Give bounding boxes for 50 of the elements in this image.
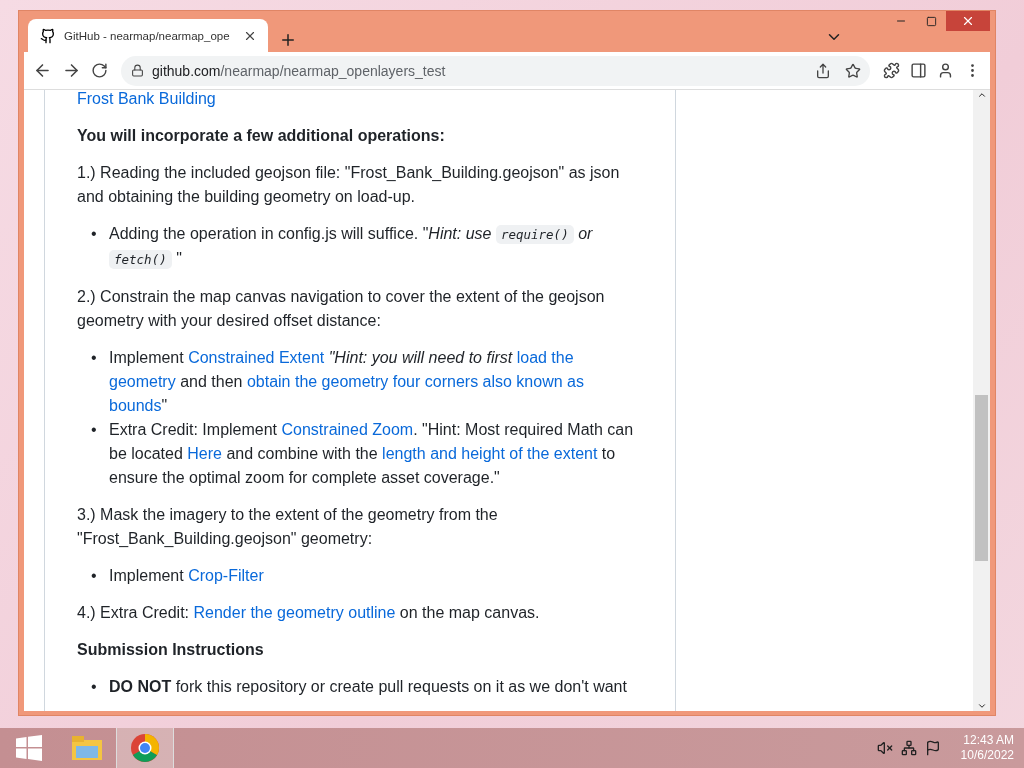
inline-code: fetch()	[109, 250, 172, 269]
network-icon[interactable]	[900, 740, 917, 756]
windows-logo-icon	[16, 735, 42, 761]
scroll-up-icon[interactable]	[976, 90, 987, 100]
link[interactable]: load the	[516, 349, 574, 366]
close-icon[interactable]	[961, 14, 975, 28]
link[interactable]: Frost Bank Building	[77, 90, 216, 107]
link[interactable]: Constrained Zoom	[281, 421, 414, 438]
lock-icon	[131, 64, 144, 77]
github-icon	[40, 27, 56, 44]
section-heading: Submission Instructions	[77, 640, 265, 660]
folder-icon	[71, 734, 103, 762]
bullet-marker: •	[91, 566, 98, 586]
bullet-marker: •	[91, 677, 98, 697]
paragraph: 4.) Extra Credit: Render the geometry outline on the map canvas.	[77, 603, 541, 623]
bullet-marker: •	[91, 224, 98, 244]
list-item: DO NOT fork this repository or create pull requests on it as we don't want	[109, 677, 628, 697]
browser-tab[interactable]: GitHub - nearmap/nearmap_ope	[28, 19, 268, 52]
link[interactable]: Constrained Extent	[188, 349, 325, 366]
link[interactable]: length and height of the extent	[382, 445, 598, 462]
list-item: Implement Constrained Extent "Hint: you will need to first load the geometry and then obtain the geometry four corners also known as bounds"	[109, 348, 585, 416]
taskbar-app[interactable]	[116, 728, 174, 768]
speaker-muted-icon[interactable]	[876, 740, 893, 756]
link[interactable]: obtain the geometry four corners also known as	[246, 373, 584, 390]
inline-code: require()	[495, 225, 574, 244]
bullet-marker: •	[91, 348, 98, 368]
link[interactable]: bounds	[109, 397, 162, 414]
bullet-marker: •	[91, 420, 98, 440]
link[interactable]: Render the geometry outline	[193, 604, 396, 621]
clock-time: 12:43 AM	[963, 733, 1014, 748]
section-heading: You will incorporate a few additional operations:	[77, 126, 446, 146]
clock-date: 10/6/2022	[960, 748, 1014, 763]
scroll-down-icon[interactable]	[976, 701, 987, 711]
list-item: Adding the operation in config.js will suffice. "Hint: use require() or fetch() "	[109, 224, 594, 271]
scroll-thumb[interactable]	[975, 395, 988, 561]
maximize-icon[interactable]	[925, 15, 937, 27]
link[interactable]: Crop-Filter	[188, 567, 264, 584]
paragraph: 2.) Constrain the map canvas navigation to cover the extent of the geojson geometry with your desired offset distance:	[77, 287, 606, 331]
list-item: Extra Credit: Implement Constrained Zoom. "Hint: Most required Math can be located Here and combine with the length and height of the extent to ensure the optimal zoom for complete asset coverage."	[109, 420, 635, 488]
link[interactable]: geometry	[109, 373, 176, 390]
list-item: Implement Crop-Filter	[109, 566, 265, 586]
address-bar[interactable]: github.com/nearmap/nearmap_openlayers_test	[121, 55, 870, 86]
paragraph: 1.) Reading the included geojson file: "Frost_Bank_Building.geojson" as json and obtaining the building geometry on load-up.	[77, 163, 621, 207]
browser-logo-icon	[130, 733, 160, 763]
url-host: github.com	[152, 62, 221, 79]
scrollbar[interactable]	[973, 90, 990, 711]
paragraph: 3.) Mask the imagery to the extent of the geometry from the "Frost_Bank_Building.geojson" geometry:	[77, 505, 499, 549]
url-path: /nearmap/nearmap_openlayers_test	[220, 62, 446, 79]
link[interactable]: Here	[187, 445, 222, 462]
flag-icon[interactable]	[924, 740, 941, 756]
